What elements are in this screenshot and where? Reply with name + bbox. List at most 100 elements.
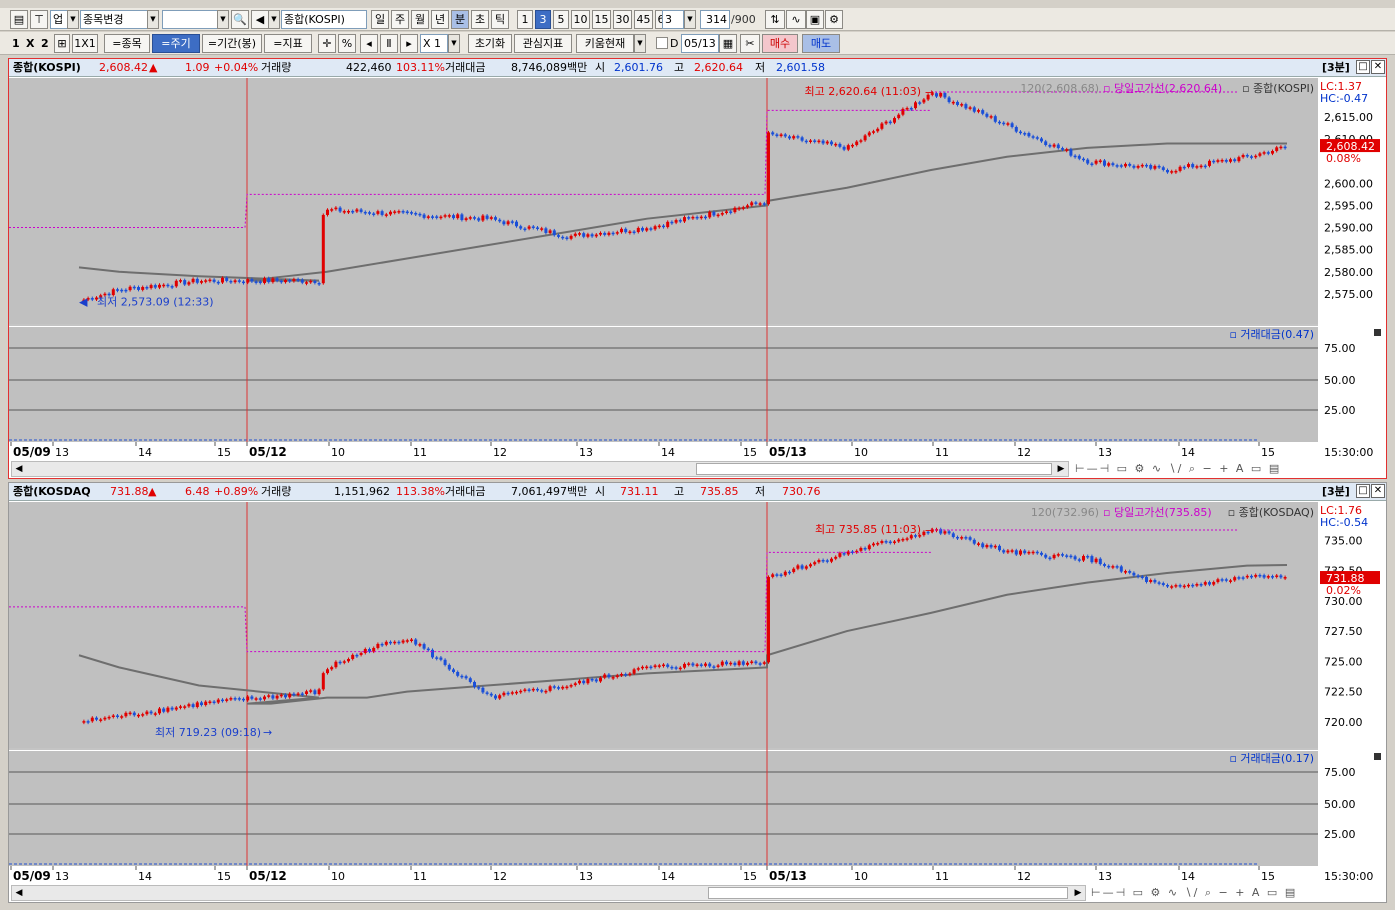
sub-close-icon xyxy=(1374,329,1381,336)
period-4[interactable]: 분 xyxy=(451,10,469,29)
scroll-left-icon[interactable]: ◀ xyxy=(12,462,26,476)
period-1[interactable]: 주 xyxy=(391,10,409,29)
chevron-down-icon[interactable]: ▼ xyxy=(217,10,229,29)
candle xyxy=(162,708,166,712)
date-input[interactable]: 05/13 xyxy=(681,34,719,53)
horizontal-scrollbar[interactable]: ◀ ▶ xyxy=(11,885,1086,901)
layout-icon[interactable]: ▤ xyxy=(10,10,28,29)
indicator-button[interactable]: =지표 xyxy=(264,34,312,53)
candle xyxy=(527,226,531,229)
chevron-down-icon[interactable]: ▼ xyxy=(448,34,460,53)
chart-area[interactable]: 75.0050.0025.00▫ 거래대금(0.17)735.00732.507… xyxy=(9,502,1386,886)
chevron-down-icon[interactable]: ▼ xyxy=(67,10,79,29)
reset-button[interactable]: 초기화 xyxy=(468,34,512,53)
candle xyxy=(141,287,145,290)
high-arrow-icon: → xyxy=(925,524,934,537)
chart-tools[interactable]: ⊢—⊣ ▭ ⚙ ∿ ∖∕ ⌕ − + A ▭ ▤ xyxy=(1075,462,1281,476)
code-input[interactable]: 001 xyxy=(162,10,218,29)
x-tick-label: 13 xyxy=(579,870,593,883)
close-icon[interactable]: ✕ xyxy=(1371,484,1385,498)
chart-area[interactable]: 75.0050.0025.00▫ 거래대금(0.47)2,615.002,610… xyxy=(9,78,1386,462)
candle xyxy=(90,717,94,722)
stock-change-select[interactable]: 종목변경 xyxy=(80,10,148,29)
chevron-down-icon[interactable]: ▼ xyxy=(147,10,159,29)
minute-45[interactable]: 45 xyxy=(634,10,653,29)
pin-icon[interactable]: ⊤ xyxy=(30,10,48,29)
buy-button[interactable]: 매수 xyxy=(762,34,798,53)
candle xyxy=(800,137,804,141)
layout-2[interactable]: 2 xyxy=(41,34,49,53)
chevron-down-icon[interactable]: ▼ xyxy=(268,10,280,29)
period-button[interactable]: =기간(봉) xyxy=(202,34,262,53)
chart-tools[interactable]: ⊢—⊣ ▭ ⚙ ∿ ∖∕ ⌕ − + A ▭ ▤ xyxy=(1091,886,1297,900)
cycle-button[interactable]: =주기 xyxy=(152,34,200,53)
multiplier-select[interactable]: X 1 xyxy=(420,34,448,53)
count-field[interactable]: 3 xyxy=(662,10,684,29)
chevron-down-icon[interactable]: ▼ xyxy=(684,10,696,29)
next-icon[interactable]: ▸ xyxy=(400,34,418,53)
upjong-select[interactable]: 업 xyxy=(50,10,68,29)
grid-icon[interactable]: ⊞ xyxy=(54,34,70,53)
minute-1[interactable]: 1 xyxy=(517,10,533,29)
candle xyxy=(183,280,187,285)
period-6[interactable]: 틱 xyxy=(491,10,509,29)
scroll-thumb[interactable] xyxy=(708,887,1068,899)
sell-button[interactable]: 매도 xyxy=(802,34,840,53)
watch-indicator-button[interactable]: 관심지표 xyxy=(514,34,572,53)
layout-1[interactable]: 1 xyxy=(12,34,20,53)
chevron-down-icon[interactable]: ▼ xyxy=(634,34,646,53)
candle xyxy=(1082,158,1085,161)
period-5[interactable]: 초 xyxy=(471,10,489,29)
minute-5[interactable]: 5 xyxy=(553,10,569,29)
candle xyxy=(439,216,443,219)
candle xyxy=(699,664,703,666)
date-checkbox[interactable] xyxy=(656,37,668,49)
calendar-icon[interactable]: ▦ xyxy=(719,34,737,53)
close-icon[interactable]: ✕ xyxy=(1371,60,1385,74)
candle xyxy=(863,547,867,550)
maximize-icon[interactable]: □ xyxy=(1356,60,1370,74)
save-icon[interactable]: ▣ xyxy=(806,10,824,29)
candle xyxy=(1107,565,1111,568)
search-icon[interactable]: 🔍 xyxy=(231,10,249,29)
crosshair-icon[interactable]: ✛ xyxy=(318,34,336,53)
x-tick-label: 12 xyxy=(1017,870,1031,883)
candle xyxy=(506,692,510,695)
candle xyxy=(103,717,107,720)
display-count-field[interactable]: 314 xyxy=(700,10,730,29)
scroll-left-icon[interactable]: ◀ xyxy=(12,886,26,900)
scroll-right-icon[interactable]: ▶ xyxy=(1071,886,1085,900)
period-0[interactable]: 일 xyxy=(371,10,389,29)
gear-icon[interactable]: ⚙ xyxy=(825,10,843,29)
one-by-one-button[interactable]: 1X1 xyxy=(72,34,98,53)
chart-tool-icon[interactable]: ⇅ xyxy=(765,10,785,29)
percent-button[interactable]: % xyxy=(338,34,356,53)
minute-3[interactable]: 3 xyxy=(535,10,551,29)
scissor-icon[interactable]: ✂ xyxy=(740,34,760,53)
candle xyxy=(632,669,636,674)
horizontal-scrollbar[interactable]: ◀ ▶ xyxy=(11,461,1069,477)
amount-label: 거래대금 xyxy=(445,61,486,74)
candle xyxy=(1056,554,1060,556)
pause-icon[interactable]: Ⅱ xyxy=(380,34,398,53)
candle xyxy=(985,113,989,117)
candle xyxy=(1115,165,1119,167)
candle xyxy=(1258,153,1262,156)
kiwoom-current-select[interactable]: 키움현재 xyxy=(576,34,634,53)
candle xyxy=(821,140,825,144)
minute-30[interactable]: 30 xyxy=(613,10,632,29)
period-2[interactable]: 월 xyxy=(411,10,429,29)
item-button[interactable]: =종목 xyxy=(104,34,150,53)
candle xyxy=(758,663,762,665)
candle xyxy=(531,688,535,691)
scroll-right-icon[interactable]: ▶ xyxy=(1054,462,1068,476)
maximize-icon[interactable]: □ xyxy=(1356,484,1370,498)
period-3[interactable]: 년 xyxy=(431,10,449,29)
prev-icon[interactable]: ◂ xyxy=(360,34,378,53)
speaker-icon[interactable]: ◀ xyxy=(251,10,269,29)
scroll-thumb[interactable] xyxy=(696,463,1052,475)
minute-10[interactable]: 10 xyxy=(571,10,590,29)
layout-x[interactable]: X xyxy=(26,34,34,53)
compare-icon[interactable]: ∿ xyxy=(786,10,806,29)
minute-15[interactable]: 15 xyxy=(592,10,611,29)
